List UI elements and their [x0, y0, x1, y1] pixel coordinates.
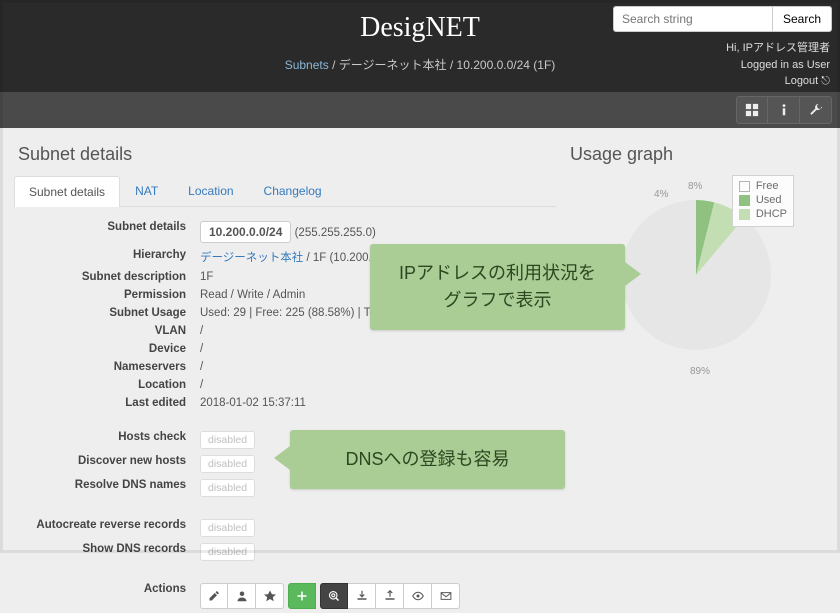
label-permission: Permission	[16, 287, 196, 303]
actions-toolbar	[200, 583, 552, 609]
val-discover: disabled	[200, 455, 255, 473]
pct-free: 89%	[690, 366, 710, 377]
label-usage: Subnet Usage	[16, 305, 196, 321]
action-preview-button[interactable]	[404, 583, 432, 609]
tab-nat[interactable]: NAT	[120, 175, 173, 206]
action-scan-button[interactable]	[320, 583, 348, 609]
breadcrumb: Subnets / デージーネット本社 / 10.200.0.0/24 (1F)	[0, 56, 840, 73]
breadcrumb-leaf: 10.200.0.0/24 (1F)	[457, 58, 556, 72]
val-location: /	[198, 377, 554, 393]
val-lastedited: 2018-01-02 15:37:11	[198, 395, 554, 411]
tab-changelog[interactable]: Changelog	[249, 175, 337, 206]
breadcrumb-mid: デージーネット本社	[339, 58, 447, 72]
label-autocreate: Autocreate reverse records	[16, 517, 196, 539]
val-device: /	[198, 341, 554, 357]
view-grid-button[interactable]	[736, 96, 768, 124]
label-resolve: Resolve DNS names	[16, 477, 196, 499]
section-title-right: Usage graph	[570, 144, 826, 165]
view-toolbar	[0, 92, 840, 128]
action-mail-button[interactable]	[432, 583, 460, 609]
label-lastedited: Last edited	[16, 395, 196, 411]
callout-dns: DNSへの登録も容易	[290, 430, 565, 489]
pct-dhcp: 4%	[654, 189, 668, 200]
hierarchy-link[interactable]: デージーネット本社	[200, 252, 303, 264]
val-ns: /	[198, 359, 554, 375]
action-import-button[interactable]	[348, 583, 376, 609]
logout-icon: ⎋	[821, 75, 830, 87]
search-button[interactable]: Search	[773, 6, 832, 32]
action-export-button[interactable]	[376, 583, 404, 609]
info-button[interactable]	[768, 96, 800, 124]
tab-subnet-details[interactable]: Subnet details	[14, 176, 120, 207]
label-subnet-details: Subnet details	[16, 219, 196, 245]
legend-used: Used	[756, 194, 782, 206]
legend-sq-free	[739, 181, 750, 192]
tools-button[interactable]	[800, 96, 832, 124]
legend-sq-dhcp	[739, 209, 750, 220]
user-loggedin: Logged in as User	[726, 57, 830, 74]
label-ns: Nameservers	[16, 359, 196, 375]
search-form: Search	[613, 6, 832, 32]
subnet-pill: 10.200.0.0/24	[200, 221, 291, 243]
search-input[interactable]	[613, 6, 773, 32]
legend-dhcp: DHCP	[756, 208, 787, 220]
label-device: Device	[16, 341, 196, 357]
val-showdns: disabled	[200, 543, 255, 561]
label-actions: Actions	[16, 581, 196, 611]
action-favorite-button[interactable]	[256, 583, 284, 609]
header: DesigNET Subnets / デージーネット本社 / 10.200.0.…	[0, 0, 840, 92]
label-showdns: Show DNS records	[16, 541, 196, 563]
label-location: Location	[16, 377, 196, 393]
val-hostscheck: disabled	[200, 431, 255, 449]
legend-free: Free	[756, 180, 779, 192]
logout-link[interactable]: Logout ⎋	[785, 75, 830, 87]
callout-graph: IPアドレスの利用状況を グラフで表示	[370, 244, 625, 330]
user-info: Hi, IPアドレス管理者 Logged in as User Logout ⎋	[726, 40, 830, 90]
user-greeting: Hi, IPアドレス管理者	[726, 40, 830, 57]
tab-bar: Subnet details NAT Location Changelog	[14, 175, 556, 207]
label-hostscheck: Hosts check	[16, 429, 196, 451]
label-description: Subnet description	[16, 269, 196, 285]
legend-sq-used	[739, 195, 750, 206]
label-discover: Discover new hosts	[16, 453, 196, 475]
breadcrumb-root[interactable]: Subnets	[285, 58, 329, 72]
action-add-button[interactable]	[288, 583, 316, 609]
chart-legend: Free Used DHCP	[732, 175, 794, 227]
subnet-mask: (255.255.255.0)	[291, 227, 375, 239]
pct-used: 8%	[688, 181, 702, 192]
tab-location[interactable]: Location	[173, 175, 248, 206]
val-autocreate: disabled	[200, 519, 255, 537]
label-hierarchy: Hierarchy	[16, 247, 196, 267]
action-edit-button[interactable]	[200, 583, 228, 609]
val-resolve: disabled	[200, 479, 255, 497]
action-permissions-button[interactable]	[228, 583, 256, 609]
label-vlan: VLAN	[16, 323, 196, 339]
section-title-left: Subnet details	[18, 144, 556, 165]
